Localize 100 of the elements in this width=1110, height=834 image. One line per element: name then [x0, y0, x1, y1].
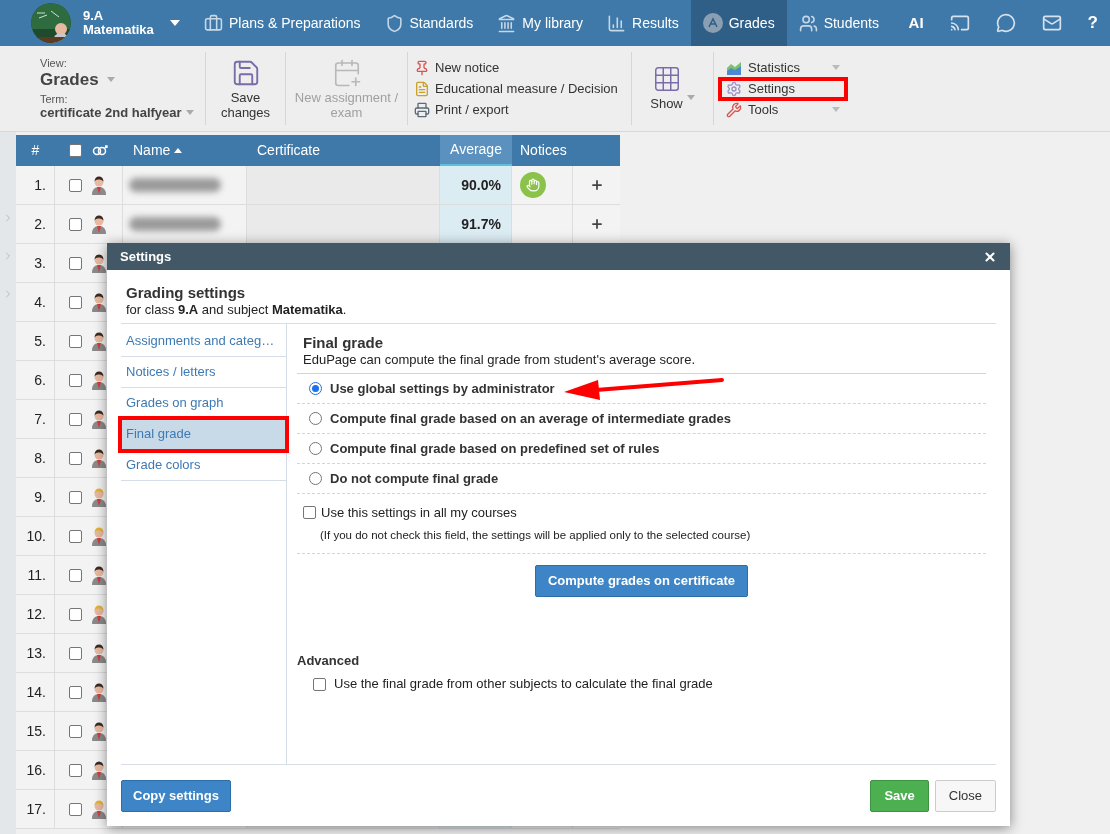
checkbox[interactable]	[69, 490, 82, 504]
column-header: Certificate	[257, 141, 321, 160]
copy-settings-button[interactable]: Copy settings	[121, 779, 231, 812]
toolbar-action[interactable]: Educational measure / Decision	[414, 80, 631, 97]
name-column-header[interactable]: Name	[123, 135, 247, 166]
checkbox[interactable]	[69, 295, 82, 309]
checkbox[interactable]	[69, 217, 82, 231]
checkbox[interactable]	[69, 646, 82, 660]
caret-icon[interactable]	[169, 20, 180, 26]
row-number: 17.	[26, 799, 46, 819]
briefcase-icon	[204, 13, 223, 33]
section-title: Final grade	[302, 334, 385, 352]
toolbar-action[interactable]: Print / export	[414, 101, 631, 118]
ai-link[interactable]: AI	[908, 11, 924, 35]
average-cell-text: 90.0%	[461, 175, 501, 195]
final-grade-option[interactable]: Do not compute final grade	[297, 464, 986, 494]
checkbox[interactable]	[69, 178, 82, 192]
final-grade-option[interactable]: Compute final grade based on an average of intermediate grades	[297, 404, 986, 434]
close-button[interactable]: Close	[934, 779, 996, 812]
settings-tab[interactable]: Notices / letters	[121, 357, 286, 388]
row-number: 7.	[34, 409, 46, 429]
row-number: 11.	[27, 565, 46, 585]
column-header: #	[31, 141, 40, 160]
advanced-option[interactable]: Use the final grade from other subjects to calculate the final grade	[297, 670, 986, 694]
nav-tab[interactable]: My library	[485, 0, 596, 46]
caret-icon[interactable]	[174, 148, 183, 153]
help-link[interactable]: ?	[1087, 10, 1098, 36]
checkbox[interactable]	[69, 568, 82, 582]
checkbox[interactable]	[69, 607, 82, 621]
show-button[interactable]: Show	[632, 52, 714, 125]
row-number: 16.	[26, 760, 46, 780]
document-icon	[414, 80, 430, 97]
nav-tab[interactable]: Grades	[690, 0, 787, 46]
settings-tab[interactable]: Grade colors	[121, 450, 286, 481]
student-avatar-icon	[91, 526, 107, 546]
nav-tab[interactable]: Plans & Preparations	[192, 0, 373, 46]
final-grade-option[interactable]: Compute final grade based on predefined set of rules	[297, 434, 986, 464]
checkbox[interactable]	[69, 412, 82, 426]
column-header: Notices	[520, 141, 567, 160]
term-dropdown[interactable]: certificate 2nd halfyear	[40, 104, 201, 121]
checkbox[interactable]	[69, 373, 82, 387]
bar-chart-icon	[607, 13, 627, 33]
grade-icon	[702, 13, 723, 33]
student-avatar-icon	[91, 682, 107, 702]
radio-button[interactable]	[309, 412, 322, 425]
column-header: Average	[450, 140, 502, 159]
all-courses-option[interactable]: Use this settings in all my courses	[297, 503, 986, 523]
toolbar-menu-item[interactable]: Statistics	[722, 59, 844, 76]
radio-button[interactable]	[309, 382, 322, 395]
checkbox[interactable]	[313, 677, 326, 691]
student-avatar-icon	[91, 565, 107, 585]
student-avatar-icon	[91, 370, 107, 390]
nav-tab[interactable]: Standards	[372, 0, 486, 46]
toolbar-menu-item[interactable]: Tools	[722, 101, 844, 118]
toolbar-menu-item[interactable]: Settings	[722, 80, 844, 97]
checkbox[interactable]	[69, 451, 82, 465]
student-avatar-icon	[91, 409, 107, 429]
wrench-icon	[726, 101, 742, 118]
radio-button[interactable]	[309, 472, 322, 485]
checkbox[interactable]	[69, 724, 82, 738]
row-number: 14.	[26, 682, 46, 702]
radio-button[interactable]	[309, 442, 322, 455]
chat-icon[interactable]	[995, 13, 1016, 33]
save-changes-button[interactable]: Save changes	[206, 52, 286, 125]
compute-grades-button[interactable]: Compute grades on certificate	[534, 564, 749, 597]
advanced-title: Advanced	[297, 651, 361, 670]
add-icon[interactable]	[589, 217, 604, 231]
dialog-title: Settings	[120, 247, 172, 266]
dialog-subheading: for class 9.A and subject Matematika.	[126, 302, 348, 317]
printer-icon	[414, 101, 430, 118]
checkbox[interactable]	[69, 802, 82, 816]
checkbox[interactable]	[69, 144, 82, 157]
average-cell-text: 91.7%	[461, 214, 501, 234]
row-number: 9.	[34, 487, 46, 507]
student-avatar-icon	[91, 643, 107, 663]
settings-tab[interactable]: Assignments and categ…	[121, 326, 286, 357]
checkbox[interactable]	[69, 334, 82, 348]
people-icon	[798, 13, 818, 33]
checkbox[interactable]	[69, 256, 82, 270]
gender-icon	[92, 143, 108, 158]
cast-icon[interactable]	[949, 13, 970, 33]
add-icon[interactable]	[589, 178, 604, 192]
student-avatar-icon	[91, 799, 107, 819]
shield-icon	[384, 13, 404, 33]
final-grade-option[interactable]: Use global settings by administrator	[297, 374, 986, 404]
nav-tab[interactable]: Students	[786, 0, 891, 46]
row-number: 5.	[34, 331, 46, 351]
view-dropdown[interactable]: Grades	[40, 68, 201, 91]
close-icon[interactable]	[983, 249, 997, 264]
term-label: Term:	[40, 92, 69, 105]
student-avatar-icon	[91, 487, 107, 507]
checkbox[interactable]	[69, 763, 82, 777]
row-number: 1.	[34, 175, 46, 195]
toolbar-action[interactable]: New notice	[414, 59, 631, 76]
nav-tab[interactable]: Results	[595, 0, 691, 46]
checkbox[interactable]	[69, 529, 82, 543]
checkbox[interactable]	[69, 685, 82, 699]
checkbox[interactable]	[303, 506, 316, 520]
mail-icon[interactable]	[1041, 13, 1062, 33]
student-avatar-icon	[91, 604, 107, 624]
